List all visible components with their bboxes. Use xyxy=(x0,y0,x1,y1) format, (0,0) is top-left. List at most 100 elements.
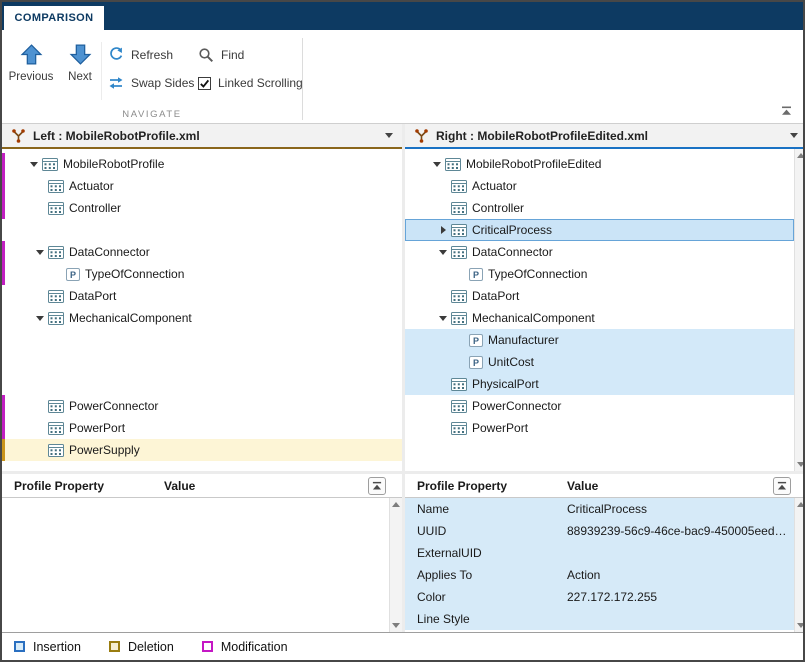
tree-item-label: PowerPort xyxy=(69,421,125,435)
chevron-down-icon[interactable] xyxy=(790,133,798,138)
property-row-ExternalUID[interactable]: ExternalUID xyxy=(405,542,794,564)
tree-item-PowerPort[interactable]: PowerPort xyxy=(2,417,402,439)
tree-item-DataPort[interactable]: DataPort xyxy=(405,285,794,307)
scroll-up-icon[interactable] xyxy=(797,153,805,158)
tree-item-PowerPort[interactable]: PowerPort xyxy=(405,417,794,439)
find-button[interactable]: Find xyxy=(198,43,244,67)
refresh-button[interactable]: Refresh xyxy=(108,43,173,67)
property-row-Color[interactable]: Color227.172.172.255 xyxy=(405,586,794,608)
tree-item-label: Actuator xyxy=(69,179,114,193)
legend-item-modification: Modification xyxy=(202,640,288,654)
profile-icon xyxy=(48,180,64,193)
profile-icon xyxy=(451,312,467,325)
chevron-down-icon[interactable] xyxy=(385,133,393,138)
collapse-properties-button[interactable] xyxy=(368,477,386,495)
linked-scrolling-label: Linked Scrolling xyxy=(218,76,303,90)
tree-expander-icon[interactable] xyxy=(429,162,445,167)
tab-comparison[interactable]: COMPARISON xyxy=(4,6,104,30)
tree-item-MechanicalComponent[interactable]: MechanicalComponent xyxy=(405,307,794,329)
tree-item-DataPort[interactable]: DataPort xyxy=(2,285,402,307)
tree-item-TypeOfConnection[interactable]: PTypeOfConnection xyxy=(405,263,794,285)
property-row-Name[interactable]: NameCriticalProcess xyxy=(405,498,794,520)
tree-item-label: PhysicalPort xyxy=(472,377,539,391)
arrow-down-icon xyxy=(69,43,92,66)
scroll-down-icon[interactable] xyxy=(797,462,805,467)
tree-item-Controller[interactable]: Controller xyxy=(405,197,794,219)
profile-icon xyxy=(451,246,467,259)
tree-item-MobileRobotProfileEdited[interactable]: MobileRobotProfileEdited xyxy=(405,153,794,175)
property-row-UUID[interactable]: UUID88939239-56c9-46ce-bac9-450005eed6..… xyxy=(405,520,794,542)
modification-mark xyxy=(2,197,5,219)
tree-item-UnitCost[interactable]: PUnitCost xyxy=(405,351,794,373)
tree-item-label: MechanicalComponent xyxy=(69,311,192,325)
right-pane-header[interactable]: Right : MobileRobotProfileEdited.xml xyxy=(405,124,805,149)
tree-item-PowerConnector[interactable]: PowerConnector xyxy=(405,395,794,417)
tree-item-label: Manufacturer xyxy=(488,333,559,347)
next-button[interactable]: Next xyxy=(58,36,102,100)
scroll-down-icon[interactable] xyxy=(797,623,805,628)
tree-spacer-row xyxy=(2,329,402,351)
legend-label: Insertion xyxy=(33,640,81,654)
tree-item-DataConnector[interactable]: DataConnector xyxy=(405,241,794,263)
tree-item-Controller[interactable]: Controller xyxy=(2,197,402,219)
tree-item-DataConnector[interactable]: DataConnector xyxy=(2,241,402,263)
profile-icon xyxy=(48,290,64,303)
minimize-toolstrip-button[interactable] xyxy=(778,104,794,117)
property-row-Line Style[interactable]: Line Style xyxy=(405,608,794,630)
linked-scrolling-toggle[interactable]: Linked Scrolling xyxy=(198,71,303,95)
tree-item-PhysicalPort[interactable]: PhysicalPort xyxy=(405,373,794,395)
right-property-scrollbar[interactable] xyxy=(794,498,805,632)
refresh-label: Refresh xyxy=(131,48,173,62)
collapse-properties-button[interactable] xyxy=(773,477,791,495)
property-icon: P xyxy=(469,268,483,281)
left-property-scrollbar[interactable] xyxy=(389,498,402,632)
property-name: ExternalUID xyxy=(405,546,567,560)
profile-icon xyxy=(451,202,467,215)
tree-item-MechanicalComponent[interactable]: MechanicalComponent xyxy=(2,307,402,329)
scroll-up-icon[interactable] xyxy=(392,502,400,507)
tree-item-label: TypeOfConnection xyxy=(85,267,184,281)
tree-expander-icon[interactable] xyxy=(32,250,48,255)
collapse-up-icon xyxy=(781,106,792,116)
tree-expander-icon[interactable] xyxy=(435,250,451,255)
tree-item-Manufacturer[interactable]: P Manufacturer xyxy=(405,329,794,351)
value-column-header: Value xyxy=(567,479,773,493)
tree-expander-icon[interactable] xyxy=(26,162,42,167)
property-column-header: Profile Property xyxy=(2,479,164,493)
scroll-down-icon[interactable] xyxy=(392,623,400,628)
tree-item-CriticalProcess[interactable]: CriticalProcess xyxy=(405,219,794,241)
scroll-up-icon[interactable] xyxy=(797,502,805,507)
swap-sides-button[interactable]: Swap Sides xyxy=(108,71,194,95)
right-property-header: Profile Property Value xyxy=(405,474,805,498)
tree-item-PowerSupply[interactable]: PowerSupply xyxy=(2,439,402,461)
tree-expander-icon[interactable] xyxy=(435,226,451,234)
left-property-table xyxy=(2,498,402,632)
tree-item-TypeOfConnection[interactable]: P TypeOfConnection xyxy=(2,263,402,285)
modification-mark xyxy=(2,175,5,197)
property-value: 88939239-56c9-46ce-bac9-450005eed6... xyxy=(567,524,794,538)
svg-text:P: P xyxy=(70,270,76,280)
previous-label: Previous xyxy=(9,71,54,83)
checkbox-checked-icon[interactable] xyxy=(198,77,211,90)
profile-icon xyxy=(445,158,461,171)
tree-item-Actuator[interactable]: Actuator xyxy=(405,175,794,197)
tree-item-PowerConnector[interactable]: PowerConnector xyxy=(2,395,402,417)
left-pane-header[interactable]: Left : MobileRobotProfile.xml xyxy=(2,124,402,149)
deletion-mark xyxy=(2,439,5,461)
tree-expander-icon[interactable] xyxy=(32,316,48,321)
right-tree-scrollbar[interactable] xyxy=(794,149,805,471)
tree-item-MobileRobotProfile[interactable]: MobileRobotProfile xyxy=(2,153,402,175)
legend-swatch-icon xyxy=(202,641,213,652)
profile-icon xyxy=(451,400,467,413)
profile-icon xyxy=(451,422,467,435)
profile-icon xyxy=(451,378,467,391)
tree-item-label: MobileRobotProfileEdited xyxy=(466,157,601,171)
tree-item-Actuator[interactable]: Actuator xyxy=(2,175,402,197)
tree-expander-icon[interactable] xyxy=(435,316,451,321)
tree-item-label: CriticalProcess xyxy=(472,223,552,237)
property-icon: P xyxy=(469,334,483,347)
previous-button[interactable]: Previous xyxy=(9,36,53,100)
profile-icon xyxy=(42,158,58,171)
svg-text:P: P xyxy=(473,270,479,280)
property-row-Applies To[interactable]: Applies ToAction xyxy=(405,564,794,586)
